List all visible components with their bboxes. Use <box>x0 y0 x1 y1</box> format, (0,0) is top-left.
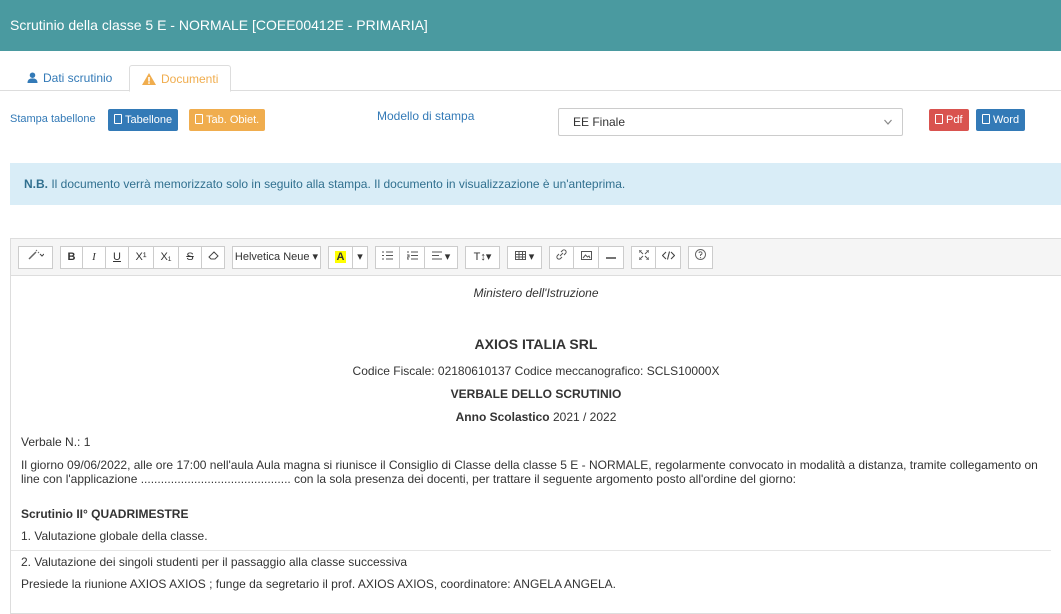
horizontal-rule-button[interactable] <box>599 246 624 269</box>
notice-text: Il documento verrà memorizzato solo in s… <box>48 177 626 191</box>
pdf-button[interactable]: Pdf <box>929 109 969 131</box>
fullscreen-icon <box>638 249 649 261</box>
eraser-button[interactable] <box>202 246 225 269</box>
stampa-tabellone-label: Stampa tabellone <box>10 113 96 125</box>
tab-label: Dati scrutinio <box>43 71 113 85</box>
anno-scolastico: Anno Scolastico 2021 / 2022 <box>21 410 1051 435</box>
code-view-button[interactable] <box>656 246 681 269</box>
user-icon <box>27 72 38 83</box>
agenda-item-2: 2. Valutazione dei singoli studenti per … <box>21 555 407 569</box>
word-label: Word <box>993 114 1020 126</box>
hr-icon <box>606 257 616 259</box>
paragraph-align-button[interactable]: ▾ <box>425 246 458 269</box>
underline-button[interactable]: U <box>106 246 129 269</box>
tab-bar: Dati scrutinio Documenti <box>0 51 1061 92</box>
tabellone-label: Tabellone <box>125 114 173 126</box>
bold-button[interactable]: B <box>60 246 83 269</box>
chevron-down-icon <box>884 119 892 125</box>
warning-icon <box>142 73 156 85</box>
tab-dati-scrutinio[interactable]: Dati scrutinio <box>15 65 124 92</box>
info-notice: N.B. Il documento verrà memorizzato solo… <box>10 163 1061 205</box>
picture-button[interactable] <box>574 246 599 269</box>
ordered-list-button[interactable] <box>400 246 425 269</box>
ministero-line: Ministero dell'Istruzione <box>473 286 599 300</box>
page-header: Scrutinio della classe 5 E - NORMALE [CO… <box>0 0 1061 51</box>
table-icon <box>514 251 526 260</box>
tab-documenti[interactable]: Documenti <box>129 65 232 92</box>
notice-bold: N.B. <box>24 177 48 191</box>
table-button[interactable]: ▾ <box>507 246 542 269</box>
verbale-paragraph: Il giorno 09/06/2022, alle ore 17:00 nel… <box>21 458 1038 486</box>
list-ol-icon <box>406 251 418 260</box>
pdf-label: Pdf <box>946 114 963 126</box>
word-button[interactable]: Word <box>976 109 1026 131</box>
presiede-line: Presiede la riunione AXIOS AXIOS ; funge… <box>21 577 616 591</box>
fullscreen-button[interactable] <box>631 246 656 269</box>
modello-selected-value: EE Finale <box>573 115 626 129</box>
tab-obiet-label: Tab. Obiet. <box>206 114 260 126</box>
eraser-icon <box>207 251 219 260</box>
file-pdf-icon <box>114 114 122 124</box>
agenda-item-1: 1. Valutazione globale della classe. <box>11 529 1051 551</box>
superscript-button[interactable]: X¹ <box>129 246 154 269</box>
align-left-icon <box>431 251 442 260</box>
print-controls: Stampa tabellone Tabellone Tab. Obiet. M… <box>0 91 1061 144</box>
image-icon <box>580 251 592 260</box>
font-size-icon: T↕ <box>473 251 486 263</box>
magic-wand-icon <box>27 249 44 260</box>
help-icon <box>695 249 706 260</box>
text-color-icon: A <box>334 251 347 263</box>
page-title: Scrutinio della classe 5 E - NORMALE [CO… <box>10 17 428 33</box>
editor-toolbar: B I U X¹ X₁ S Helvetica Neue ▾ A ▾ ▾ T↕▾… <box>11 239 1061 276</box>
modello-stampa-label: Modello di stampa <box>377 109 475 123</box>
editor-content[interactable]: Ministero dell'Istruzione AXIOS ITALIA S… <box>11 276 1061 595</box>
file-word-icon <box>982 114 990 124</box>
anno-value: 2021 / 2022 <box>549 410 617 424</box>
font-size-button[interactable]: T↕▾ <box>465 246 500 269</box>
link-button[interactable] <box>549 246 574 269</box>
scrutinio-heading: Scrutinio II° QUADRIMESTRE <box>21 507 189 521</box>
link-icon <box>556 249 567 260</box>
text-color-dropdown[interactable]: ▾ <box>353 246 368 269</box>
list-ul-icon <box>382 251 393 260</box>
file-pdf-icon <box>195 114 203 124</box>
help-button[interactable] <box>688 246 713 269</box>
rich-text-editor: B I U X¹ X₁ S Helvetica Neue ▾ A ▾ ▾ T↕▾… <box>10 238 1061 614</box>
modello-stampa-select[interactable]: EE Finale <box>558 108 903 136</box>
subscript-button[interactable]: X₁ <box>154 246 179 269</box>
school-name: AXIOS ITALIA SRL <box>474 336 598 352</box>
font-family-value: Helvetica Neue <box>234 251 310 263</box>
verbale-title: VERBALE DELLO SCRUTINIO <box>450 387 622 401</box>
file-pdf-icon <box>935 114 943 124</box>
code-icon <box>661 251 675 260</box>
font-family-select[interactable]: Helvetica Neue ▾ <box>232 246 321 269</box>
text-color-button[interactable]: A <box>328 246 353 269</box>
verbale-number: Verbale N.: 1 <box>21 435 91 449</box>
tabellone-button[interactable]: Tabellone <box>108 109 179 131</box>
italic-button[interactable]: I <box>83 246 106 269</box>
magic-style-button[interactable] <box>18 246 53 269</box>
anno-label: Anno Scolastico <box>455 410 550 424</box>
tab-obiet-button[interactable]: Tab. Obiet. <box>189 109 266 131</box>
school-codes: Codice Fiscale: 02180610137 Codice mecca… <box>352 364 720 378</box>
tab-label: Documenti <box>161 72 219 86</box>
strikethrough-button[interactable]: S <box>179 246 202 269</box>
unordered-list-button[interactable] <box>375 246 400 269</box>
